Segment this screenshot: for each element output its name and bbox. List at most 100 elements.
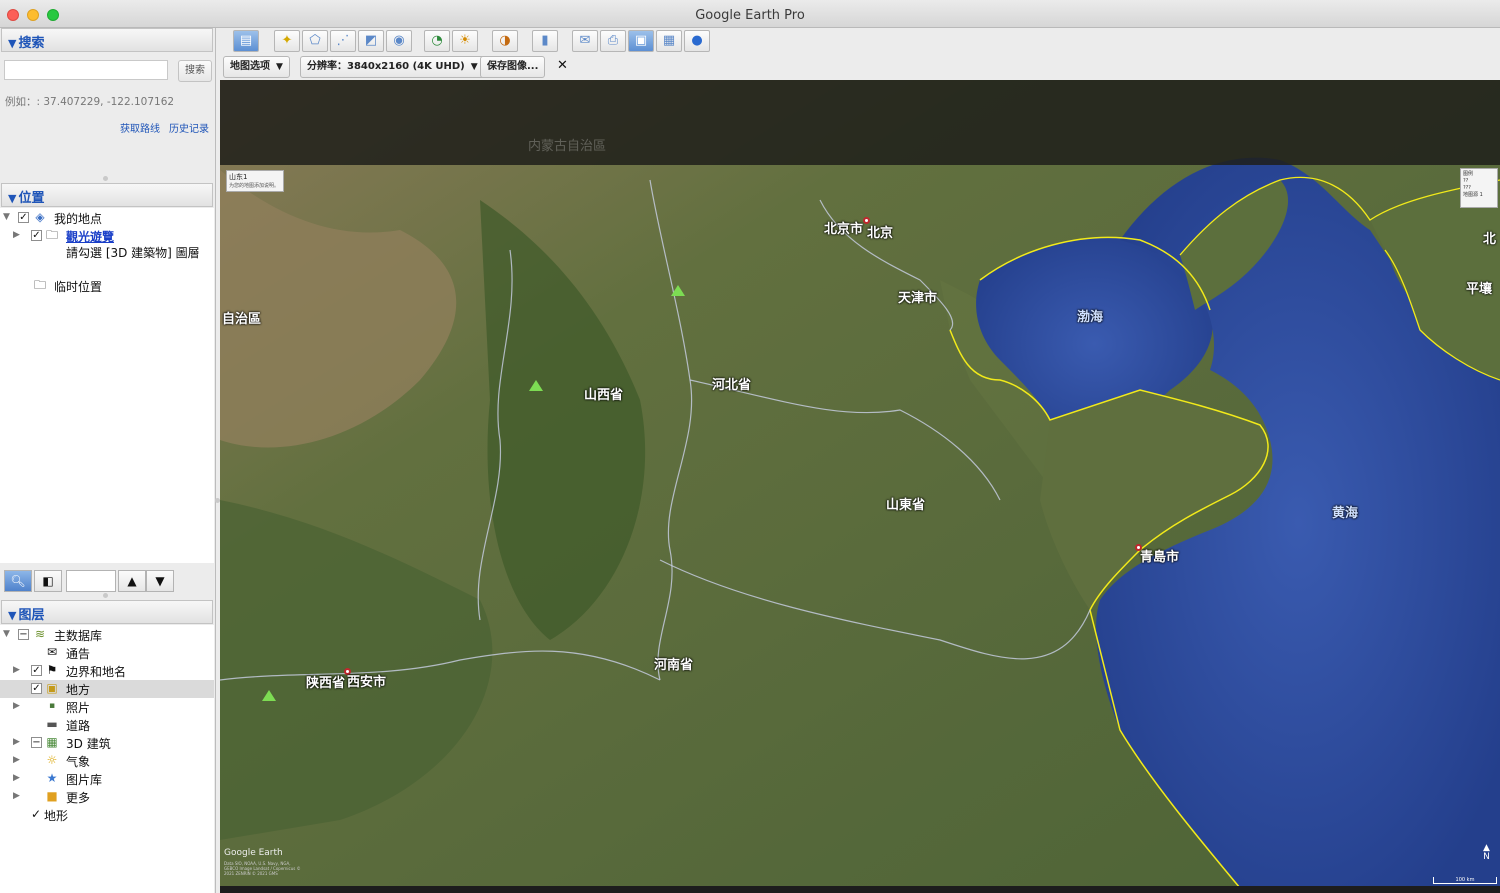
expand-right-icon[interactable]: ▶ <box>13 701 20 711</box>
map-label-shanxi: 山西省 <box>584 388 624 403</box>
splitter-handle[interactable] <box>103 593 108 598</box>
save-image-action-button[interactable]: 保存图像... <box>480 56 546 78</box>
layer-row[interactable]: ▬ 道路 <box>0 716 214 734</box>
tree-row-my-places[interactable]: ▼ ✓ ◈ 我的地点 <box>0 209 214 227</box>
map-options-dropdown[interactable]: 地图选项 ▼ <box>223 56 290 78</box>
move-down-button[interactable]: ▼ <box>146 570 174 592</box>
move-up-button[interactable]: ▲ <box>118 570 146 592</box>
sunlight-button[interactable]: ☀ <box>452 30 478 52</box>
tools-input[interactable] <box>66 570 116 592</box>
layer-row[interactable]: ▶ ✓ ⚑ 边界和地名 <box>0 662 214 680</box>
overlay-icon: ◩ <box>364 33 378 48</box>
save-image-bar: 地图选项 ▼ 分辨率：3840x2160 (4K UHD) ▼ 保存图像... ✕ <box>220 54 1500 80</box>
expand-right-icon[interactable]: ▶ <box>13 230 20 240</box>
photo-icon: ▪ <box>48 701 56 711</box>
layer-row-terrain[interactable]: ✓ 地形 <box>0 806 214 824</box>
legend-item: ??? <box>1463 185 1471 191</box>
map-label-hebei: 河北省 <box>712 378 752 393</box>
save-image-button[interactable]: ▣ <box>628 30 654 52</box>
add-path-button[interactable]: ⋰ <box>330 30 356 52</box>
layer-row[interactable]: ▶ ■ 更多 <box>0 788 214 806</box>
road-icon: ▬ <box>46 717 58 731</box>
expand-down-icon[interactable]: ▼ <box>3 212 10 222</box>
search-example-text: 例如：: 37.407229, -122.107162 <box>5 96 175 108</box>
north-indicator[interactable]: ▲ N <box>1483 844 1490 862</box>
search-button[interactable]: 搜索 <box>178 60 212 82</box>
historical-imagery-button[interactable]: ◔ <box>424 30 450 52</box>
mountain-peak-icon[interactable] <box>671 285 685 296</box>
layer-row[interactable]: ▶ ▪ 照片 <box>0 698 214 716</box>
map-view[interactable]: 内蒙古自治區 自治區 北京市 北京 天津市 渤海 山西省 河北省 山東省 青島市… <box>220 80 1500 888</box>
switch-planet-button[interactable]: ◑ <box>492 30 518 52</box>
toggle-sidebar-button[interactable]: ▤ <box>233 30 259 52</box>
legend-item: 地图源 1 <box>1463 192 1483 198</box>
ruler-button[interactable]: ▮ <box>532 30 558 52</box>
checkbox-partial[interactable]: − <box>18 629 29 640</box>
expand-right-icon[interactable]: ▶ <box>13 773 20 783</box>
legend-item: ?? <box>1463 178 1469 184</box>
tree-label: 通告 <box>66 647 91 661</box>
title-bar: Google Earth Pro <box>0 0 1500 28</box>
print-button[interactable]: ⎙ <box>600 30 626 52</box>
envelope-icon: ✉ <box>46 645 58 659</box>
expand-right-icon[interactable]: ▶ <box>13 755 20 765</box>
map-title-card[interactable]: 山东1 为您的地图添加说明。 <box>226 170 284 192</box>
view-in-maps-button[interactable]: ▦ <box>656 30 682 52</box>
expand-down-icon[interactable]: ▼ <box>3 629 10 639</box>
flag-icon: ⚑ <box>46 663 58 677</box>
search-panel-title: 搜索 <box>18 36 45 51</box>
places-panel-header[interactable]: ▼ 位置 <box>1 183 213 207</box>
resolution-dropdown[interactable]: 分辨率：3840x2160 (4K UHD) ▼ <box>300 56 485 78</box>
expand-right-icon[interactable]: ▶ <box>13 737 20 747</box>
tour-link[interactable]: 觀光遊覽 <box>66 228 114 245</box>
more-box-icon: ■ <box>46 789 58 803</box>
search-places-button[interactable]: 🔍︎ <box>4 570 32 592</box>
layer-row-selected[interactable]: ✓ ▣ 地方 <box>0 680 214 698</box>
place-square-icon: ▣ <box>46 681 58 695</box>
get-directions-link[interactable]: 获取路线 <box>120 120 160 135</box>
my-places-icon: ◈ <box>35 210 45 224</box>
splitter-handle[interactable] <box>103 176 108 181</box>
history-link[interactable]: 历史记录 <box>169 120 209 135</box>
caret-down-icon: ▼ <box>276 62 283 72</box>
search-input[interactable] <box>4 60 168 80</box>
checkbox-checked[interactable]: ✓ <box>31 665 42 676</box>
email-button[interactable]: ✉ <box>572 30 598 52</box>
layer-row[interactable]: ▶ − ▦ 3D 建筑 <box>0 734 214 752</box>
image-icon: ▣ <box>634 33 648 48</box>
add-polygon-button[interactable]: ⬠ <box>302 30 328 52</box>
mountain-peak-icon[interactable] <box>262 690 276 701</box>
layer-row[interactable]: ✉ 通告 <box>0 644 214 662</box>
layer-row[interactable]: ▶ ☼ 气象 <box>0 752 214 770</box>
toggle-panel-button[interactable]: ◧ <box>34 570 62 592</box>
map-label-shaanxi: 陕西省 <box>306 676 346 691</box>
add-placemark-button[interactable]: ✦ <box>274 30 300 52</box>
close-savebar-icon[interactable]: ✕ <box>557 58 568 73</box>
layer-row[interactable]: ▶ ★ 图片库 <box>0 770 214 788</box>
layers-panel-header[interactable]: ▼ 图层 <box>1 600 213 624</box>
mountain-peak-icon[interactable] <box>529 380 543 391</box>
tree-row-temporary[interactable]: 🗀 临时位置 <box>0 277 214 295</box>
earth-view-button[interactable]: ● <box>684 30 710 52</box>
tree-label: 图片库 <box>66 773 103 787</box>
tree-row-tour[interactable]: ▶ ✓ 🗀 觀光遊覽 <box>0 227 214 245</box>
expand-right-icon[interactable]: ▶ <box>13 665 20 675</box>
checkbox-partial[interactable]: − <box>31 737 42 748</box>
search-panel-header[interactable]: ▼ 搜索 <box>1 28 213 52</box>
checkbox-checked[interactable]: ✓ <box>31 230 42 241</box>
map-legend-card[interactable]: 图例 ?? ??? 地图源 1 <box>1460 168 1498 208</box>
title-card-subtitle: 为您的地图添加说明。 <box>229 183 280 189</box>
record-tour-button[interactable]: ◉ <box>386 30 412 52</box>
expand-right-icon[interactable]: ▶ <box>13 791 20 801</box>
globe-icon: ● <box>691 33 703 48</box>
layers-tree: ▼ − ≋ 主数据库 ✉ 通告 ▶ ✓ ⚑ 边界和地名 ✓ ▣ 地方 ▶ ▪ 照… <box>0 625 214 893</box>
checkbox-checked[interactable]: ✓ <box>18 212 29 223</box>
tree-label: 3D 建筑 <box>66 737 111 751</box>
checkmark-icon[interactable]: ✓ <box>28 807 44 821</box>
add-overlay-button[interactable]: ◩ <box>358 30 384 52</box>
printer-icon: ⎙ <box>607 33 619 48</box>
checkbox-checked[interactable]: ✓ <box>31 683 42 694</box>
tree-row-primary-db[interactable]: ▼ − ≋ 主数据库 <box>0 626 214 644</box>
dropdown-label: 地图选项 <box>230 61 270 72</box>
map-label-beijing-city: 北京市 <box>824 222 864 237</box>
